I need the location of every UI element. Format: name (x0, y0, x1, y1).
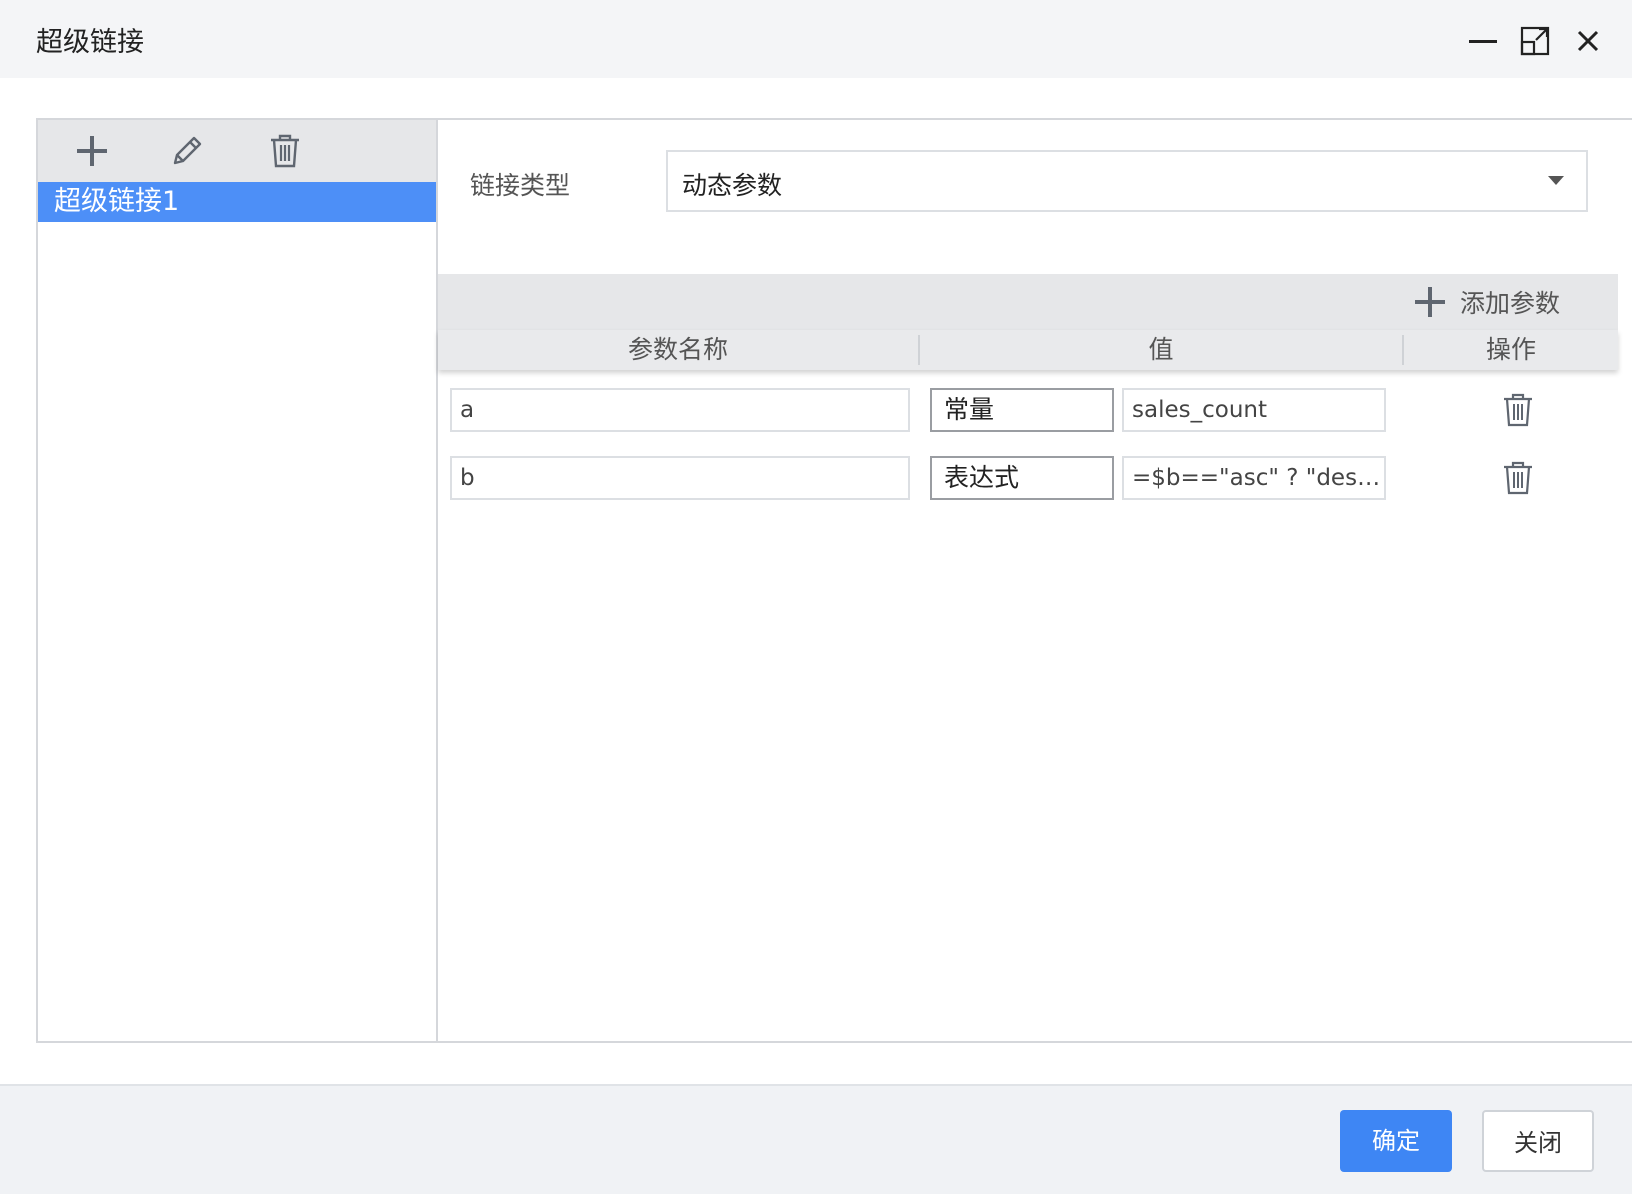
column-header-param-name: 参数名称 (438, 335, 920, 365)
link-type-value: 动态参数 (682, 171, 783, 200)
delete-row-button[interactable] (1498, 390, 1538, 430)
param-toolbar: 添加参数 (438, 274, 1618, 330)
dialog-footer: 确定 关闭 (0, 1084, 1632, 1194)
maximize-button[interactable] (1519, 24, 1553, 58)
value-type-select[interactable]: 常量 (930, 388, 1114, 432)
edit-hyperlink-button[interactable] (166, 130, 208, 172)
param-table-header: 参数名称 值 操作 (438, 330, 1618, 370)
add-param-label: 添加参数 (1459, 289, 1560, 318)
main-content: 超级链接1 链接类型 动态参数 添加参数 参数名称 值 操作 a 常量 sale… (36, 118, 1632, 1043)
pencil-icon (173, 136, 202, 165)
hyperlink-list-panel: 超级链接1 (38, 120, 438, 1041)
trash-icon (271, 134, 299, 168)
value-type-select[interactable]: 表达式 (930, 456, 1114, 500)
hyperlink-list-item[interactable]: 超级链接1 (38, 182, 436, 222)
link-type-label: 链接类型 (470, 171, 571, 200)
hyperlink-dialog: 超级链接 超级链接1 链接类型 动态参数 添加参数 参数名称 值 操作 a 常量… (0, 0, 1632, 1194)
close-button[interactable]: 关闭 (1482, 1110, 1594, 1172)
title-bar: 超级链接 (0, 0, 1632, 78)
minimize-icon (1469, 40, 1497, 43)
link-type-select[interactable]: 动态参数 (666, 150, 1588, 212)
plus-icon (77, 136, 107, 166)
maximize-icon (1520, 26, 1550, 56)
add-param-button[interactable]: 添加参数 (1412, 284, 1560, 320)
trash-icon (1504, 393, 1532, 427)
table-row: a 常量 sales_count (438, 388, 1618, 432)
close-icon (1577, 30, 1599, 52)
column-header-value: 值 (920, 335, 1404, 365)
param-name-input[interactable]: a (450, 388, 910, 432)
param-value-input[interactable]: sales_count (1122, 388, 1386, 432)
column-header-actions: 操作 (1485, 335, 1536, 364)
trash-icon (1504, 461, 1532, 495)
chevron-down-icon (1548, 176, 1564, 185)
delete-hyperlink-button[interactable] (264, 130, 306, 172)
param-name-input[interactable]: b (450, 456, 910, 500)
param-value-input[interactable]: =$b=="asc" ? "desc" : "asc" (1122, 456, 1386, 500)
confirm-button[interactable]: 确定 (1340, 1110, 1452, 1172)
plus-icon (1414, 287, 1445, 317)
delete-row-button[interactable] (1498, 458, 1538, 498)
hyperlink-detail-panel: 链接类型 动态参数 添加参数 参数名称 值 操作 a 常量 sales_coun… (438, 120, 1632, 1041)
list-toolbar (38, 120, 436, 182)
table-row: b 表达式 =$b=="asc" ? "desc" : "asc" (438, 456, 1618, 500)
add-hyperlink-button[interactable] (71, 130, 113, 172)
dialog-title: 超级链接 (36, 27, 144, 58)
minimize-button[interactable] (1466, 24, 1500, 58)
close-window-button[interactable] (1571, 24, 1605, 58)
